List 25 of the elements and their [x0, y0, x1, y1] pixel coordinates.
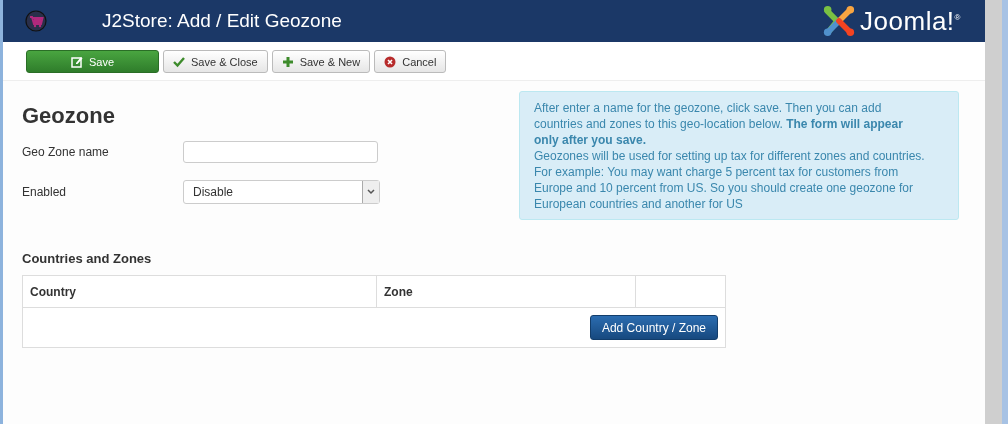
save-button[interactable]: Save [26, 50, 159, 73]
column-header: Country [23, 276, 377, 307]
column-header: Zone [377, 276, 636, 307]
caret-icon [367, 189, 375, 195]
add-button[interactable]: Add Country / Zone [589, 315, 718, 340]
check-icon [173, 55, 185, 68]
edit-icon [70, 55, 83, 68]
scrollbar[interactable] [985, 0, 1008, 424]
cancel-icon [384, 55, 397, 68]
text-field[interactable] [183, 141, 378, 163]
logo-icon [822, 4, 857, 38]
plus-icon [281, 55, 294, 68]
field-label: Enabled [22, 185, 68, 199]
field-label: Geo Zone name [22, 145, 110, 159]
info-text: After enter a name for the geozone, click save. Then you can add countries and zones to this geo-location below. The form will appear only after you save. [534, 100, 904, 148]
info-text: Geozones will be used for setting up tax for different zones and countries. For example: You may want charge 5 percent tax for customers from Europe and 10 percent from US. So you should create one geozone for European countries and another for US [534, 148, 926, 212]
toolbar-button[interactable]: Save & New [271, 50, 371, 73]
form-heading: Geozone [22, 103, 116, 129]
select-field[interactable]: Disable [183, 180, 380, 204]
cart-icon [25, 10, 47, 32]
section-heading: Countries and Zones [22, 251, 153, 266]
toolbar-button[interactable]: Save & Close [163, 50, 268, 73]
logo-text: Joomla!$^{®}$ [860, 5, 961, 37]
window-title: J2Store: Add / Edit Geozone [102, 10, 343, 32]
toolbar-button[interactable]: Cancel [374, 50, 447, 73]
